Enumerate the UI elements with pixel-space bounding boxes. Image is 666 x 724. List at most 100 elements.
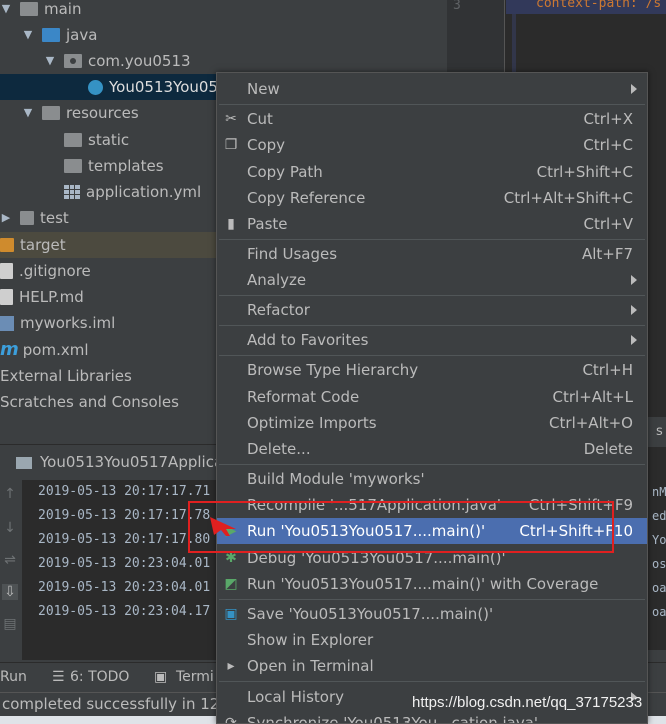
expand-arrow-icon[interactable]: ▼ <box>22 29 34 41</box>
print-icon[interactable]: ▤ <box>2 616 18 632</box>
tree-item-iml[interactable]: myworks.iml <box>0 310 115 336</box>
tree-item-java[interactable]: ▼ java <box>22 22 98 48</box>
menu-item-delete[interactable]: Delete... Delete <box>217 436 647 462</box>
tree-item-resources[interactable]: ▼ resources <box>22 100 139 126</box>
menu-item-label: Copy <box>247 136 286 154</box>
annotation-highlight-box <box>188 501 614 553</box>
tree-item-scratches[interactable]: Scratches and Consoles <box>0 389 179 415</box>
menu-item-reformat-code[interactable]: Reformat Code Ctrl+Alt+L <box>217 384 647 410</box>
menu-item-label: Browse Type Hierarchy <box>247 361 419 379</box>
menu-item-label: Paste <box>247 215 288 233</box>
tree-item-help-md[interactable]: HELP.md <box>0 284 84 310</box>
menu-item-run-with-coverage[interactable]: ◩ Run 'You0513You0517....main()' with Co… <box>217 571 647 597</box>
maven-icon: m <box>0 339 19 360</box>
tree-item-package[interactable]: ▼ com.you0513 <box>44 48 191 74</box>
tree-item-label: .gitignore <box>19 262 91 280</box>
menu-item-find-usages[interactable]: Find Usages Alt+F7 <box>217 241 647 267</box>
menu-item-copy-reference[interactable]: Copy Reference Ctrl+Alt+Shift+C <box>217 185 647 211</box>
tree-item-label: main <box>44 0 82 18</box>
menu-separator <box>219 295 645 296</box>
tree-item-external-libraries[interactable]: External Libraries <box>0 363 132 389</box>
tree-item-test[interactable]: ▶ test <box>0 205 69 231</box>
menu-item-add-to-favorites[interactable]: Add to Favorites <box>217 327 647 353</box>
menu-item-refactor[interactable]: Refactor <box>217 297 647 323</box>
tab-run[interactable]: Run <box>0 669 27 685</box>
expand-arrow-icon[interactable]: ▼ <box>22 107 34 119</box>
menu-item-label: Add to Favorites <box>247 331 369 349</box>
menu-item-shortcut: Alt+F7 <box>581 245 633 263</box>
scissors-icon: ✂ <box>225 111 237 127</box>
tree-item-label: resources <box>66 104 139 122</box>
menu-item-label: Find Usages <box>247 245 338 263</box>
menu-item-label: Copy Path <box>247 163 323 181</box>
line-number: 3 <box>453 0 461 13</box>
log-line: 2019-05-13 20:23:04.01 <box>38 580 211 595</box>
expand-arrow-icon[interactable]: ▼ <box>44 55 56 67</box>
menu-separator <box>219 104 645 105</box>
tree-item-label: Scratches and Consoles <box>0 393 179 411</box>
copy-icon: ❐ <box>224 137 238 153</box>
tree-item-label: pom.xml <box>22 341 89 359</box>
collapse-arrow-icon[interactable]: ▶ <box>0 212 12 224</box>
menu-item-label: Show in Explorer <box>247 631 374 649</box>
tab-todo[interactable]: 6: TODO <box>70 669 129 685</box>
menu-item-label: Synchronize 'You0513You...cation.java' <box>247 714 539 724</box>
menu-item-label: Delete... <box>247 440 311 458</box>
menu-item-label: New <box>247 80 280 98</box>
soft-wrap-icon[interactable]: ⇌ <box>2 552 18 568</box>
menu-item-browse-type-hierarchy[interactable]: Browse Type Hierarchy Ctrl+H <box>217 357 647 383</box>
menu-item-label: Optimize Imports <box>247 414 377 432</box>
folder-icon <box>64 133 82 147</box>
resources-folder-icon <box>42 106 60 120</box>
todo-icon: ☰ <box>52 669 65 685</box>
menu-item-copy[interactable]: ❐ Copy Ctrl+C <box>217 132 647 158</box>
menu-item-open-in-terminal[interactable]: ▸ Open in Terminal <box>217 653 647 679</box>
coverage-icon: ◩ <box>224 576 238 592</box>
tree-item-pom[interactable]: m pom.xml <box>0 337 89 363</box>
peek-text: You <box>652 533 666 547</box>
menu-item-optimize-imports[interactable]: Optimize Imports Ctrl+Alt+O <box>217 410 647 436</box>
menu-item-paste[interactable]: ▮ Paste Ctrl+V <box>217 211 647 237</box>
right-peek-panel: s nME edd You ost oat oat <box>647 417 666 650</box>
yaml-file-icon <box>64 185 80 199</box>
submenu-arrow-icon <box>631 84 637 94</box>
menu-item-analyze[interactable]: Analyze <box>217 267 647 293</box>
log-line: 2019-05-13 20:17:17.71 <box>38 484 211 499</box>
tree-item-application-yml[interactable]: application.yml <box>64 179 201 205</box>
tree-item-static[interactable]: static <box>64 127 129 153</box>
tree-item-label: myworks.iml <box>20 314 116 332</box>
expand-arrow-icon[interactable]: ▼ <box>0 3 12 15</box>
menu-item-new[interactable]: New <box>217 76 647 102</box>
menu-separator <box>219 355 645 356</box>
tree-item-templates[interactable]: templates <box>64 153 164 179</box>
file-icon <box>0 263 13 279</box>
menu-item-copy-path[interactable]: Copy Path Ctrl+Shift+C <box>217 159 647 185</box>
menu-item-shortcut: Ctrl+Shift+C <box>536 163 633 181</box>
tree-item-gitignore[interactable]: .gitignore <box>0 258 91 284</box>
menu-item-cut[interactable]: ✂ Cut Ctrl+X <box>217 106 647 132</box>
tree-item-main[interactable]: ▼ main <box>0 0 82 22</box>
menu-item-synchronize[interactable]: ⟳ Synchronize 'You0513You...cation.java' <box>217 710 647 724</box>
log-line: 2019-05-13 20:23:04.17 <box>38 604 211 619</box>
log-line: 2019-05-13 20:23:04.01 <box>38 556 211 571</box>
peek-tab[interactable]: s <box>648 417 666 447</box>
menu-item-build-module[interactable]: Build Module 'myworks' <box>217 466 647 492</box>
tab-terminal[interactable]: Termi <box>176 669 214 685</box>
tree-item-label: static <box>88 131 130 149</box>
iml-file-icon <box>0 315 14 331</box>
menu-item-save-config[interactable]: ▣ Save 'You0513You0517....main()' <box>217 601 647 627</box>
scroll-to-end-icon[interactable]: ⇩ <box>2 584 18 600</box>
menu-item-show-in-explorer[interactable]: Show in Explorer <box>217 627 647 653</box>
peek-text: edd <box>652 509 666 523</box>
folder-icon <box>64 159 82 173</box>
menu-separator <box>219 239 645 240</box>
menu-item-shortcut: Ctrl+H <box>582 361 633 379</box>
tree-item-label: test <box>40 209 69 227</box>
package-icon <box>64 54 82 68</box>
up-arrow-icon[interactable]: ↑ <box>2 486 18 502</box>
folder-icon <box>0 238 14 252</box>
spring-class-icon <box>88 79 103 95</box>
down-arrow-icon[interactable]: ↓ <box>2 520 18 536</box>
context-menu: New ✂ Cut Ctrl+X ❐ Copy Ctrl+C Copy Path Ct… <box>216 72 648 724</box>
menu-separator <box>219 325 645 326</box>
